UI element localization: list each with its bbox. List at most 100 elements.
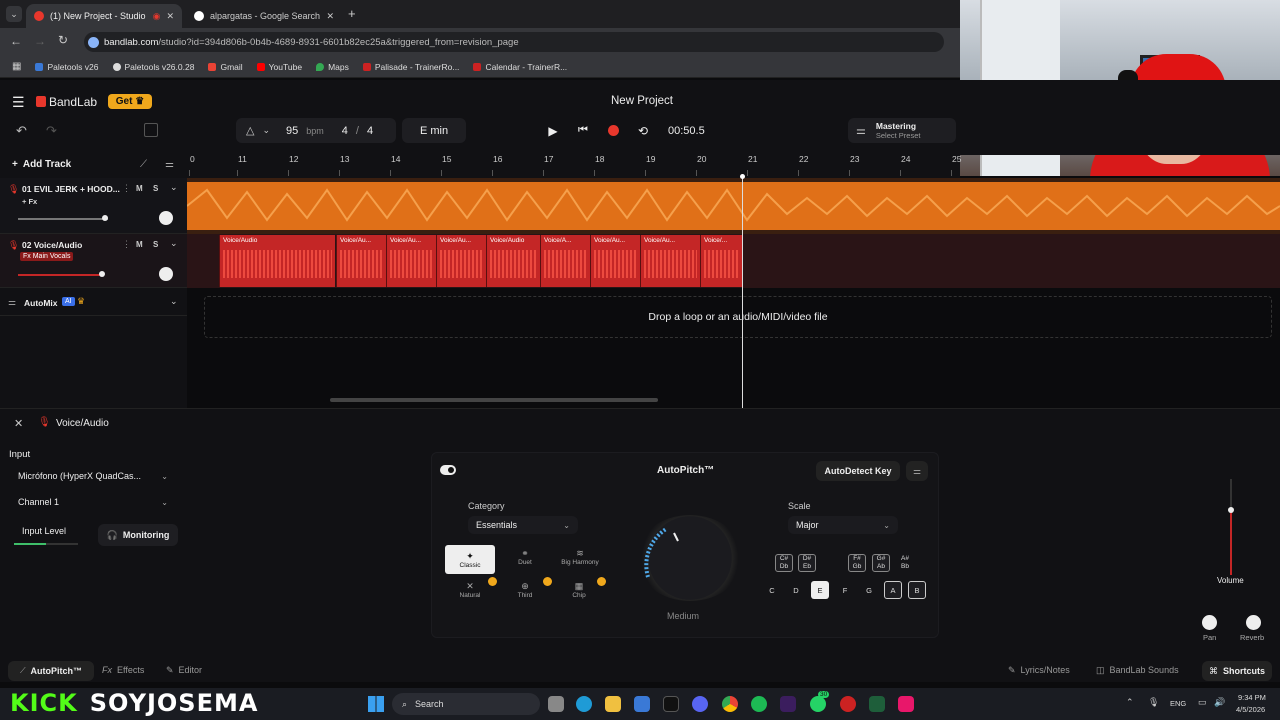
audio-clip[interactable]: Voice/... — [700, 235, 743, 287]
monitoring-button[interactable]: 🎧 Monitoring — [98, 524, 178, 546]
tab-editor[interactable]: ✎ Editor — [166, 665, 202, 676]
natural-key-button[interactable]: A — [884, 581, 902, 599]
task-view-icon[interactable] — [548, 696, 564, 712]
pan-knob[interactable] — [159, 211, 173, 225]
preset-chip[interactable]: ▦ Chip — [558, 581, 600, 599]
chevron-down-icon[interactable]: ⌄ — [170, 238, 178, 249]
natural-key-button[interactable]: F — [836, 581, 854, 599]
clock-date[interactable]: 4/5/2026 — [1236, 705, 1265, 714]
key-selector[interactable]: E min — [402, 118, 466, 143]
mic-tray-icon[interactable]: 🎙 — [1148, 697, 1159, 708]
pan-knob[interactable] — [1202, 615, 1217, 630]
natural-key-button[interactable]: D — [787, 581, 805, 599]
track-volume-slider[interactable] — [18, 274, 104, 276]
bookmark-item[interactable]: Maps — [316, 62, 349, 72]
language-indicator[interactable]: ENG — [1170, 699, 1186, 708]
tiktok-icon[interactable] — [663, 696, 679, 712]
audio-clip[interactable]: Voice/Au... — [386, 235, 436, 287]
volume-icon[interactable]: 🔊 — [1214, 697, 1225, 708]
whatsapp-icon[interactable] — [810, 696, 826, 712]
redo-icon[interactable]: ↷ — [46, 123, 57, 139]
bookmark-item[interactable]: Gmail — [208, 62, 243, 72]
timeline-ruler[interactable]: 0 11 12 13 14 15 16 17 18 19 20 21 22 23 24 25 — [187, 154, 961, 178]
preset-third[interactable]: ⊕ Third — [504, 581, 546, 599]
project-title[interactable]: New Project — [611, 95, 673, 107]
tab-studio[interactable]: (1) New Project - Studio ◉ ✕ — [26, 4, 182, 28]
playhead-handle[interactable] — [740, 174, 745, 179]
mixer-icon[interactable]: ⚌ — [165, 159, 174, 170]
preset-big-harmony[interactable]: ≋ Big Harmony — [554, 548, 606, 566]
track-fx-tag[interactable]: Fx Main Vocals — [20, 252, 74, 261]
pan-knob[interactable] — [159, 267, 173, 281]
scale-select[interactable]: Major ⌄ — [788, 516, 898, 534]
chevron-down-icon[interactable]: ⌄ — [170, 182, 178, 193]
slider-thumb[interactable] — [99, 271, 105, 277]
record-icon[interactable] — [598, 125, 628, 136]
time-sig-num[interactable]: 4 — [342, 125, 348, 137]
start-icon[interactable] — [368, 696, 384, 712]
discord-icon[interactable] — [692, 696, 708, 712]
preset-natural[interactable]: ✕ Natural — [447, 581, 493, 599]
apps-grid-icon[interactable]: ▦ — [12, 61, 21, 72]
chevron-up-icon[interactable]: ⌃ — [1126, 697, 1134, 708]
tempo-value[interactable]: 95 — [286, 125, 298, 137]
site-info-icon[interactable] — [88, 37, 99, 48]
network-icon[interactable]: ▭ — [1198, 697, 1207, 708]
app-icon[interactable] — [840, 696, 856, 712]
horizontal-scrollbar[interactable] — [330, 398, 658, 402]
bookmark-item[interactable]: Calendar - TrainerR... — [473, 62, 567, 72]
play-icon[interactable]: ▶ — [538, 124, 568, 138]
playhead[interactable] — [742, 176, 743, 408]
skip-back-icon[interactable]: ⏮ — [568, 124, 598, 137]
clock-time[interactable]: 9:34 PM — [1238, 693, 1266, 702]
sharp-key-button[interactable]: A# Bb — [896, 554, 914, 572]
new-tab-button[interactable]: + — [348, 6, 356, 21]
preset-duet[interactable]: ⚭ Duet — [504, 548, 546, 566]
channel-select[interactable]: Channel 1 ⌄ — [10, 492, 176, 512]
autopitch-toggle[interactable] — [440, 465, 456, 475]
bandlab-app-icon[interactable] — [898, 696, 914, 712]
audio-clip[interactable]: Voice/A... — [540, 235, 590, 287]
taskbar-search[interactable]: ⌕ Search — [392, 693, 540, 715]
drop-zone[interactable]: Drop a loop or an audio/MIDI/video file — [204, 296, 1272, 338]
natural-key-button[interactable]: G — [860, 581, 878, 599]
audio-clip[interactable]: Voice/Au... — [436, 235, 486, 287]
get-membership-button[interactable]: Get ♛ — [108, 94, 152, 109]
audio-clip[interactable]: Voice/Audio — [219, 235, 335, 287]
tab-close-icon[interactable]: ✕ — [326, 11, 334, 22]
track-name[interactable]: 01 EVIL JERK + HOOD... — [22, 184, 120, 194]
slider-thumb[interactable] — [102, 215, 108, 221]
sharp-key-button[interactable]: C# Db — [775, 554, 793, 572]
mute-button[interactable]: M — [136, 184, 143, 193]
premiere-icon[interactable] — [780, 696, 796, 712]
reverb-knob[interactable] — [1246, 615, 1261, 630]
preset-classic[interactable]: ✦ Classic — [445, 545, 495, 574]
input-device-select[interactable]: Micrófono (HyperX QuadCas... ⌄ — [10, 466, 176, 486]
sharp-key-button[interactable]: D# Eb — [798, 554, 816, 572]
track-header[interactable]: 🎙 01 EVIL JERK + HOOD... + Fx ⋮ M S ⌄ — [0, 178, 187, 234]
volume-fader-thumb[interactable] — [1228, 507, 1234, 513]
natural-key-button[interactable]: B — [908, 581, 926, 599]
shortcuts-button[interactable]: ⌘ Shortcuts — [1202, 661, 1272, 681]
reload-icon[interactable]: ↻ — [58, 33, 68, 47]
automix-row[interactable]: ⚌ AutoMix AI ♛ ⌄ — [0, 288, 187, 316]
metronome-icon[interactable]: △ — [246, 124, 254, 137]
pitch-correction-dial[interactable] — [636, 515, 744, 601]
tab-close-icon[interactable]: ✕ — [166, 11, 174, 22]
add-track-button[interactable]: + Add Track — [12, 159, 71, 170]
tab-effects[interactable]: Fx Effects — [102, 665, 144, 675]
undo-icon[interactable]: ↶ — [16, 123, 27, 139]
sharp-key-button[interactable]: F# Gb — [848, 554, 866, 572]
drag-handle-icon[interactable]: ⋮ — [122, 239, 131, 250]
keyboard-icon[interactable] — [144, 123, 158, 137]
track-header[interactable]: 🎙 02 Voice/Audio Fx Main Vocals ⋮ M S ⌄ — [0, 234, 187, 288]
forward-icon[interactable]: → — [34, 34, 46, 48]
file-explorer-icon[interactable] — [605, 696, 621, 712]
solo-button[interactable]: S — [153, 240, 158, 249]
solo-button[interactable]: S — [153, 184, 158, 193]
natural-key-button[interactable]: C — [763, 581, 781, 599]
category-select[interactable]: Essentials ⌄ — [468, 516, 578, 534]
chevron-down-icon[interactable]: ⌄ — [262, 125, 270, 136]
lyrics-notes-button[interactable]: ✎ Lyrics/Notes — [1008, 665, 1070, 676]
audio-clip[interactable]: Voice/Au... — [590, 235, 640, 287]
